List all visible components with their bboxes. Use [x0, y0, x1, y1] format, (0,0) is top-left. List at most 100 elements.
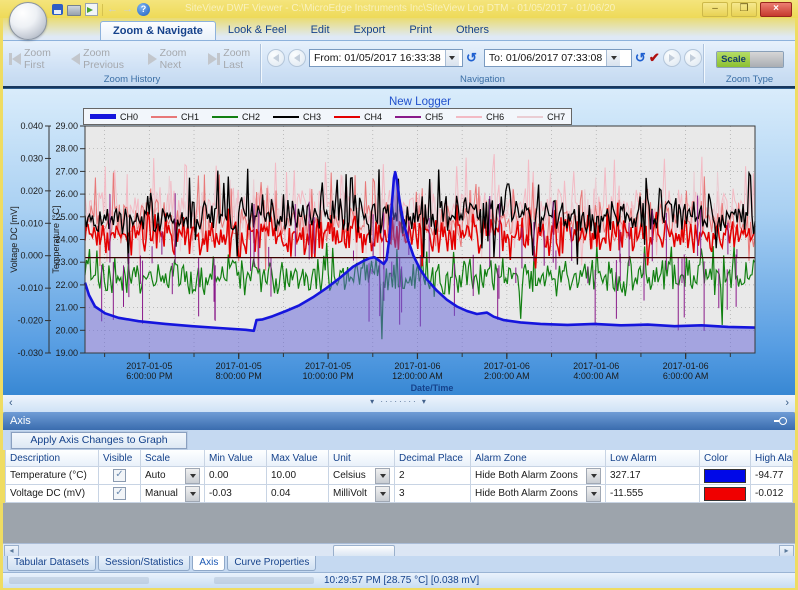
- scale-toggle[interactable]: Scale: [716, 51, 784, 68]
- column-header-min-value[interactable]: Min Value: [205, 450, 267, 467]
- cell-visible-checkbox[interactable]: ✓: [99, 467, 141, 485]
- cell-color-swatch[interactable]: [700, 485, 751, 503]
- cell-low-alarm[interactable]: 327.17: [606, 467, 700, 485]
- legend-item-ch6[interactable]: CH6: [456, 112, 504, 122]
- color-swatch[interactable]: [704, 469, 746, 483]
- bottom-tab-curve-properties[interactable]: Curve Properties: [227, 556, 316, 571]
- zoom-first-button[interactable]: Zoom First: [9, 47, 62, 71]
- zoom-next-button[interactable]: Zoom Next: [148, 47, 200, 71]
- minimize-button[interactable]: –: [702, 2, 728, 17]
- print-icon[interactable]: [67, 5, 81, 16]
- cell-decimal-place[interactable]: 2: [395, 467, 471, 485]
- help-icon[interactable]: ?: [137, 3, 150, 16]
- cell-min-value[interactable]: 0.00: [205, 467, 267, 485]
- legend-swatch: [212, 116, 238, 118]
- cell-low-alarm[interactable]: -11.555: [606, 485, 700, 503]
- cell-unit-dropdown[interactable]: Celsius: [329, 467, 395, 485]
- table-row[interactable]: Voltage DC (mV) ✓ Manual-0.030.04MilliVolt…: [5, 485, 795, 503]
- cell-decimal-place[interactable]: 3: [395, 485, 471, 503]
- to-reset-icon[interactable]: ↺: [635, 51, 646, 65]
- legend-item-ch3[interactable]: CH3: [273, 112, 321, 122]
- nav-next-button[interactable]: [663, 49, 681, 67]
- chevron-down-icon[interactable]: [185, 486, 200, 502]
- to-dropdown-button[interactable]: [606, 50, 620, 66]
- cell-max-value[interactable]: 10.00: [267, 467, 329, 485]
- column-header-description[interactable]: Description: [5, 450, 99, 467]
- column-header-color[interactable]: Color: [700, 450, 751, 467]
- button-label: Zoom First: [24, 47, 62, 71]
- column-header-max-value[interactable]: Max Value: [267, 450, 329, 467]
- collapse-left-icon[interactable]: ‹: [9, 396, 13, 410]
- cell-min-value[interactable]: -0.03: [205, 485, 267, 503]
- ribbon-tab-export[interactable]: Export: [342, 21, 398, 40]
- checkbox-icon[interactable]: ✓: [113, 487, 126, 500]
- to-date-field[interactable]: To: 01/06/2017 07:33:08: [484, 49, 632, 67]
- zoom-last-button[interactable]: Zoom Last: [208, 47, 261, 71]
- cell-scale-dropdown[interactable]: Auto: [141, 467, 205, 485]
- bottom-tab-tabular-datasets[interactable]: Tabular Datasets: [7, 556, 96, 571]
- splitter-handle[interactable]: ▾ ········ ▾: [370, 397, 428, 406]
- cell-visible-checkbox[interactable]: ✓: [99, 485, 141, 503]
- forward-icon[interactable]: →: [122, 4, 133, 15]
- legend-item-ch1[interactable]: CH1: [151, 112, 199, 122]
- bottom-tab-session-statistics[interactable]: Session/Statistics: [98, 556, 190, 571]
- checkbox-icon[interactable]: ✓: [113, 469, 126, 482]
- horizontal-scrollbar[interactable]: ◂ ▸: [3, 543, 795, 557]
- chevron-down-icon[interactable]: [375, 468, 390, 484]
- table-row[interactable]: Temperature (°C) ✓ Auto0.0010.00Celsius2Hi…: [5, 467, 795, 485]
- column-header-high-alarm[interactable]: High Alarm: [751, 450, 793, 467]
- cell-alarm-zone-dropdown[interactable]: Hide Both Alarm Zoons: [471, 485, 606, 503]
- cell-description[interactable]: Voltage DC (mV): [5, 485, 99, 503]
- save-icon[interactable]: [52, 4, 63, 15]
- color-swatch[interactable]: [704, 487, 746, 501]
- cell-high-alarm[interactable]: -0.012: [751, 485, 793, 503]
- nav-first-button[interactable]: [267, 49, 285, 67]
- column-header-low-alarm[interactable]: Low Alarm: [606, 450, 700, 467]
- cell-high-alarm[interactable]: -94.77: [751, 467, 793, 485]
- chevron-down-icon[interactable]: [375, 486, 390, 502]
- ribbon-tab-print[interactable]: Print: [397, 21, 444, 40]
- chevron-down-icon[interactable]: [586, 468, 601, 484]
- collapse-right-icon[interactable]: ›: [785, 396, 789, 410]
- from-reset-icon[interactable]: ↺: [466, 51, 477, 65]
- ribbon-tab-zoom-navigate[interactable]: Zoom & Navigate: [100, 21, 216, 40]
- application-menu-orb[interactable]: [9, 2, 47, 40]
- confirm-check-icon[interactable]: ✔: [649, 51, 660, 65]
- chevron-down-icon[interactable]: [586, 486, 601, 502]
- legend-item-ch5[interactable]: CH5: [395, 112, 443, 122]
- apply-axis-changes-button[interactable]: Apply Axis Changes to Graph: [11, 432, 187, 449]
- cell-description[interactable]: Temperature (°C): [5, 467, 99, 485]
- chevron-down-icon[interactable]: [185, 468, 200, 484]
- export-icon[interactable]: [85, 3, 98, 16]
- cell-scale-dropdown[interactable]: Manual: [141, 485, 205, 503]
- from-date-field[interactable]: From: 01/05/2017 16:33:38: [309, 49, 463, 67]
- legend-item-ch7[interactable]: CH7: [517, 112, 565, 122]
- column-header-alarm-zone[interactable]: Alarm Zone: [471, 450, 606, 467]
- nav-last-button[interactable]: [684, 49, 702, 67]
- ribbon-tab-others[interactable]: Others: [444, 21, 501, 40]
- cell-max-value[interactable]: 0.04: [267, 485, 329, 503]
- column-header-unit[interactable]: Unit: [329, 450, 395, 467]
- ribbon-tab-look-feel[interactable]: Look & Feel: [216, 21, 299, 40]
- chart-panel[interactable]: 29.0028.0027.0026.0025.0024.0023.0022.00…: [3, 88, 795, 396]
- from-dropdown-button[interactable]: [445, 50, 459, 66]
- pin-icon[interactable]: [774, 417, 787, 425]
- column-header-visible[interactable]: Visible: [99, 450, 141, 467]
- splitter-bar[interactable]: ‹ ▾ ········ ▾ ›: [3, 395, 795, 412]
- nav-previous-button[interactable]: [288, 49, 306, 67]
- back-icon[interactable]: ←: [107, 4, 118, 15]
- legend-item-ch4[interactable]: CH4: [334, 112, 382, 122]
- legend-item-ch2[interactable]: CH2: [212, 112, 260, 122]
- zoom-previous-button[interactable]: Zoom Previous: [71, 47, 138, 71]
- maximize-button[interactable]: ❒: [731, 2, 757, 17]
- chart-canvas[interactable]: 29.0028.0027.0026.0025.0024.0023.0022.00…: [3, 89, 795, 396]
- cell-alarm-zone-dropdown[interactable]: Hide Both Alarm Zoons: [471, 467, 606, 485]
- cell-color-swatch[interactable]: [700, 467, 751, 485]
- column-header-scale[interactable]: Scale: [141, 450, 205, 467]
- cell-unit-dropdown[interactable]: MilliVolt: [329, 485, 395, 503]
- ribbon-tab-edit[interactable]: Edit: [299, 21, 342, 40]
- bottom-tab-axis[interactable]: Axis: [192, 556, 225, 571]
- legend-item-ch0[interactable]: CH0: [90, 112, 138, 122]
- column-header-decimal-place[interactable]: Decimal Place: [395, 450, 471, 467]
- close-button[interactable]: ×: [760, 2, 792, 17]
